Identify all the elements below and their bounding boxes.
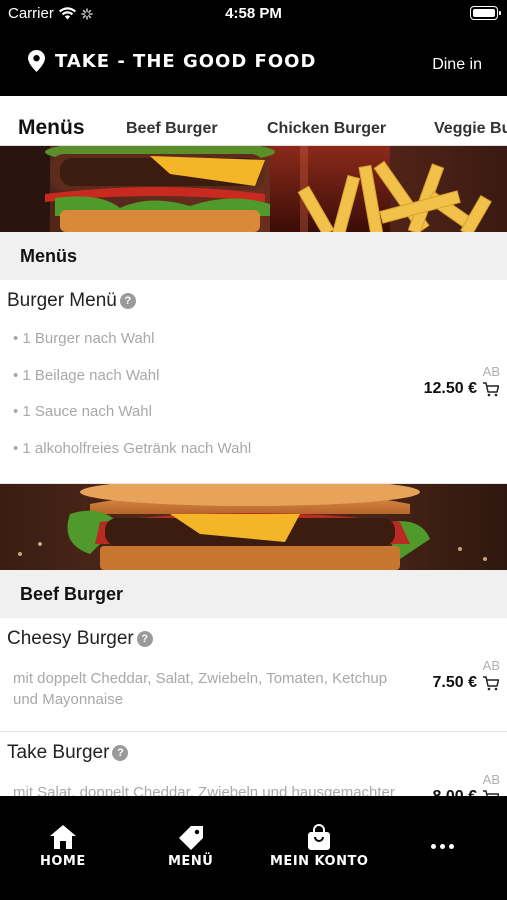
status-time: 4:58 PM xyxy=(225,5,282,22)
menu-list[interactable]: Menüs Burger Menü ? • 1 Burger nach Wahl… xyxy=(0,146,507,796)
bullet-item: • 1 alkoholfreies Getränk nach Wahl xyxy=(13,439,252,457)
menu-item-take-burger[interactable]: Take Burger ? mit Salat, doppelt Cheddar… xyxy=(0,732,507,796)
menu-item-burger-menu[interactable]: Burger Menü ? • 1 Burger nach Wahl • 1 B… xyxy=(0,280,507,484)
cart-icon[interactable] xyxy=(483,381,499,397)
price-row[interactable]: 7.50 € xyxy=(433,674,499,692)
bag-icon xyxy=(308,824,331,850)
tag-icon xyxy=(178,826,203,850)
restaurant-title: TAKE - THE GOOD FOOD xyxy=(55,50,317,72)
brand[interactable]: TAKE - THE GOOD FOOD xyxy=(28,50,316,72)
item-title: Burger Menü ? xyxy=(7,290,136,312)
nav-label: HOME xyxy=(40,854,86,869)
info-icon[interactable]: ? xyxy=(119,293,136,309)
nav-label: MEIN KONTO xyxy=(270,854,369,869)
tab-chicken-burger[interactable]: Chicken Burger xyxy=(267,120,386,138)
nav-mein-konto[interactable]: MEIN KONTO xyxy=(270,824,368,869)
dine-in-toggle[interactable]: Dine in xyxy=(432,56,482,74)
tab-beef-burger[interactable]: Beef Burger xyxy=(126,120,218,138)
item-description: mit Salat, doppelt Cheddar, Zwiebeln und… xyxy=(13,784,395,796)
menu-item-cheesy-burger[interactable]: Cheesy Burger ? mit doppelt Cheddar, Sal… xyxy=(0,618,507,732)
cart-icon[interactable] xyxy=(483,675,499,691)
nav-home[interactable]: HOME xyxy=(40,824,86,869)
item-title-text: Take Burger xyxy=(7,742,110,763)
item-title: Take Burger ? xyxy=(7,742,129,764)
status-bar: Carrier 4:58 PM xyxy=(0,0,507,28)
price-row[interactable]: 8.00 € xyxy=(433,788,499,796)
tab-menus[interactable]: Menüs xyxy=(18,116,85,140)
price-row[interactable]: 12.50 € xyxy=(424,380,499,398)
location-pin-icon xyxy=(28,50,45,72)
app-header: TAKE - THE GOOD FOOD Dine in xyxy=(0,28,507,96)
price-prefix: AB xyxy=(482,772,500,787)
bullet-item: • 1 Beilage nach Wahl xyxy=(13,366,160,384)
home-icon xyxy=(49,825,76,849)
bullet-item: • 1 Sauce nach Wahl xyxy=(13,403,152,420)
nav-label: MENÜ xyxy=(168,854,214,869)
beef-burger-banner-image xyxy=(0,484,507,570)
item-price: 12.50 € xyxy=(423,380,477,397)
menus-banner-image xyxy=(0,146,507,232)
more-icon[interactable] xyxy=(431,844,454,849)
price-prefix: AB xyxy=(482,364,500,379)
section-heading-beef-burger: Beef Burger xyxy=(0,570,507,618)
item-title: Cheesy Burger ? xyxy=(7,628,153,650)
item-title-text: Cheesy Burger xyxy=(7,628,134,649)
nav-menu[interactable]: MENÜ xyxy=(168,824,213,869)
item-price: 8.00 € xyxy=(433,788,477,796)
item-description: mit doppelt Cheddar, Salat, Zwiebeln, To… xyxy=(13,670,388,708)
category-tabs: Menüs Beef Burger Chicken Burger Veggie … xyxy=(0,96,507,146)
info-icon[interactable]: ? xyxy=(136,631,153,647)
battery-icon xyxy=(470,6,501,20)
section-heading-menus: Menüs xyxy=(0,232,507,280)
item-title-text: Burger Menü xyxy=(7,290,117,311)
tab-veggie-burger[interactable]: Veggie Bu xyxy=(434,120,507,138)
bullet-item: • 1 Burger nach Wahl xyxy=(13,330,155,347)
bottom-navigation: HOME MENÜ MEIN KONTO xyxy=(0,796,507,900)
item-bullet-list: • 1 Burger nach Wahl • 1 Beilage nach Wa… xyxy=(13,330,251,476)
item-price: 7.50 € xyxy=(432,674,477,691)
price-prefix: AB xyxy=(482,658,500,673)
info-icon[interactable]: ? xyxy=(112,745,129,761)
